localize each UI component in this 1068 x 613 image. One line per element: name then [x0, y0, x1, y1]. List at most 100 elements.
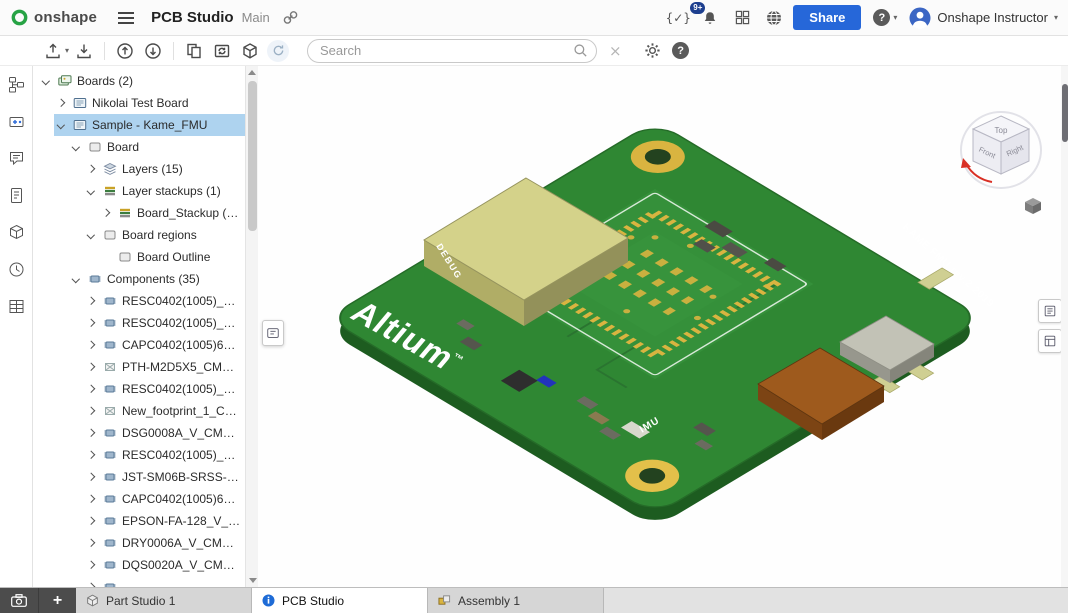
share-button[interactable]: Share — [793, 5, 861, 30]
caret-icon[interactable] — [84, 580, 98, 587]
add-tab-button[interactable]: + — [38, 588, 76, 613]
view-cube[interactable]: Top Front Right — [961, 112, 1041, 188]
caret-icon[interactable] — [84, 536, 98, 550]
user-menu[interactable]: Onshape Instructor ▾ — [909, 7, 1058, 29]
caret-icon[interactable] — [84, 404, 98, 418]
caret-icon[interactable] — [54, 118, 68, 132]
tree-item[interactable]: RESC0402(1005)_L_C... — [33, 290, 245, 312]
caret-icon[interactable] — [84, 426, 98, 440]
caret-icon[interactable] — [84, 316, 98, 330]
pcb-3d-canvas[interactable]: Altium™ KAME FMU rev.2 2019 DEBUG IMU To… — [258, 66, 1068, 587]
caret-icon[interactable] — [84, 184, 98, 198]
tree-item[interactable]: DRY0006A_V_CMP-03... — [33, 532, 245, 554]
caret-icon[interactable] — [84, 294, 98, 308]
caret-icon[interactable] — [39, 74, 53, 88]
caret-icon[interactable] — [84, 558, 98, 572]
onshape-logo[interactable]: onshape — [10, 8, 97, 27]
tree-item[interactable]: CAPC0402(1005)60_L... — [33, 334, 245, 356]
tree-item[interactable]: Layers (15) — [33, 158, 245, 180]
parts-list-icon[interactable] — [4, 220, 28, 244]
tree-item[interactable]: Board_Stackup (15) — [33, 202, 245, 224]
tree-item[interactable]: RESC0402(1005)_L_C... — [33, 378, 245, 400]
workspace-name[interactable]: Main — [242, 10, 270, 25]
tree-item[interactable]: CAPC0402(1005)60_L... — [33, 488, 245, 510]
view-cube-top-label[interactable]: Top — [995, 126, 1008, 135]
derive-3d-button[interactable] — [237, 38, 263, 64]
insert-component-icon[interactable] — [4, 109, 28, 133]
tree-scrollbar[interactable] — [245, 66, 258, 587]
caret-icon[interactable] — [69, 272, 83, 286]
tree-item[interactable]: Board regions — [33, 224, 245, 246]
help-menu[interactable]: ? ▾ — [867, 5, 903, 31]
tree-item[interactable]: Board — [33, 136, 245, 158]
caret-icon[interactable] — [84, 338, 98, 352]
pcb-board[interactable] — [327, 108, 1026, 527]
settings-gear-icon[interactable] — [640, 38, 666, 64]
viewport[interactable]: Altium™ KAME FMU rev.2 2019 DEBUG IMU To… — [258, 66, 1068, 587]
caret-icon[interactable] — [69, 140, 83, 154]
tree-item[interactable]: DSG0008A_V_CMP-01... — [33, 422, 245, 444]
scroll-up-icon[interactable] — [246, 66, 258, 79]
tab-pcb-studio[interactable]: PCB Studio — [252, 588, 428, 613]
bottom-bar: + Part Studio 1PCB StudioAssembly 1 — [0, 587, 1068, 613]
tree-item[interactable]: PTH-M2D5X5_CMP-00... — [33, 356, 245, 378]
caret-icon[interactable] — [99, 206, 113, 220]
pull-changes-button[interactable] — [140, 38, 166, 64]
scroll-down-icon[interactable] — [249, 578, 257, 583]
tree-item[interactable] — [33, 576, 245, 587]
tree-item[interactable]: Components (35) — [33, 268, 245, 290]
notes-icon[interactable] — [4, 183, 28, 207]
caret-icon[interactable] — [84, 470, 98, 484]
tree-item[interactable]: DQS0020A_V_CMP-01... — [33, 554, 245, 576]
scrollbar-thumb[interactable] — [248, 81, 257, 231]
tables-icon[interactable] — [4, 294, 28, 318]
capture-view-button[interactable] — [0, 588, 38, 613]
update-board-button[interactable] — [209, 38, 235, 64]
tree-item[interactable]: RESC0402(1005)_L_C... — [33, 312, 245, 334]
search-input[interactable] — [320, 43, 567, 58]
history-icon[interactable] — [4, 257, 28, 281]
comments-icon[interactable] — [4, 146, 28, 170]
refresh-button-disabled[interactable] — [265, 38, 291, 64]
restore-panel-button[interactable] — [262, 320, 284, 346]
toolbar-help-icon[interactable]: ? — [668, 38, 694, 64]
tree-item[interactable]: EPSON-FA-128_V_CM... — [33, 510, 245, 532]
caret-icon[interactable] — [84, 448, 98, 462]
caret-icon[interactable] — [84, 162, 98, 176]
link-icon[interactable] — [278, 5, 304, 31]
tree-item[interactable]: Board Outline — [33, 246, 245, 268]
import-button[interactable] — [40, 38, 66, 64]
caret-icon[interactable] — [84, 492, 98, 506]
clear-search-icon[interactable]: × — [609, 42, 622, 60]
search-icon[interactable] — [573, 43, 588, 58]
tree-item[interactable]: Nikolai Test Board — [33, 92, 245, 114]
copy-button[interactable] — [181, 38, 207, 64]
tree-item[interactable]: New_footprint_1_CMP... — [33, 400, 245, 422]
tree-item[interactable]: JST-SM06B-SRSS-TB... — [33, 466, 245, 488]
chevron-down-icon[interactable]: ▾ — [65, 46, 69, 55]
layers-panel-button[interactable] — [1038, 299, 1062, 323]
caret-icon[interactable] — [54, 96, 68, 110]
tree-item[interactable]: RESC0402(1005)_L_C... — [33, 444, 245, 466]
tree-item[interactable]: Sample - Kame_FMU — [33, 114, 245, 136]
push-changes-button[interactable] — [112, 38, 138, 64]
tree-item[interactable]: Layer stackups (1) — [33, 180, 245, 202]
boards-tree-icon[interactable] — [4, 72, 28, 96]
viewport-scrollbar[interactable] — [1061, 66, 1068, 587]
tab-part-studio-1[interactable]: Part Studio 1 — [76, 588, 252, 613]
export-button[interactable] — [71, 38, 97, 64]
featurescript-icon[interactable]: {✓} — [665, 5, 691, 31]
caret-icon[interactable] — [84, 360, 98, 374]
caret-icon[interactable] — [84, 514, 98, 528]
notifications-bell-icon[interactable]: 9+ — [697, 5, 723, 31]
tree-item[interactable]: Boards (2) — [33, 70, 245, 92]
isometric-cube-icon[interactable] — [1025, 198, 1041, 214]
globe-icon[interactable] — [761, 5, 787, 31]
main-menu-icon[interactable] — [113, 5, 139, 31]
caret-icon[interactable] — [84, 382, 98, 396]
properties-panel-button[interactable] — [1038, 329, 1062, 353]
viewport-scrollbar-thumb[interactable] — [1062, 84, 1068, 142]
tab-assembly-1[interactable]: Assembly 1 — [428, 588, 604, 613]
apps-grid-icon[interactable] — [729, 5, 755, 31]
caret-icon[interactable] — [84, 228, 98, 242]
